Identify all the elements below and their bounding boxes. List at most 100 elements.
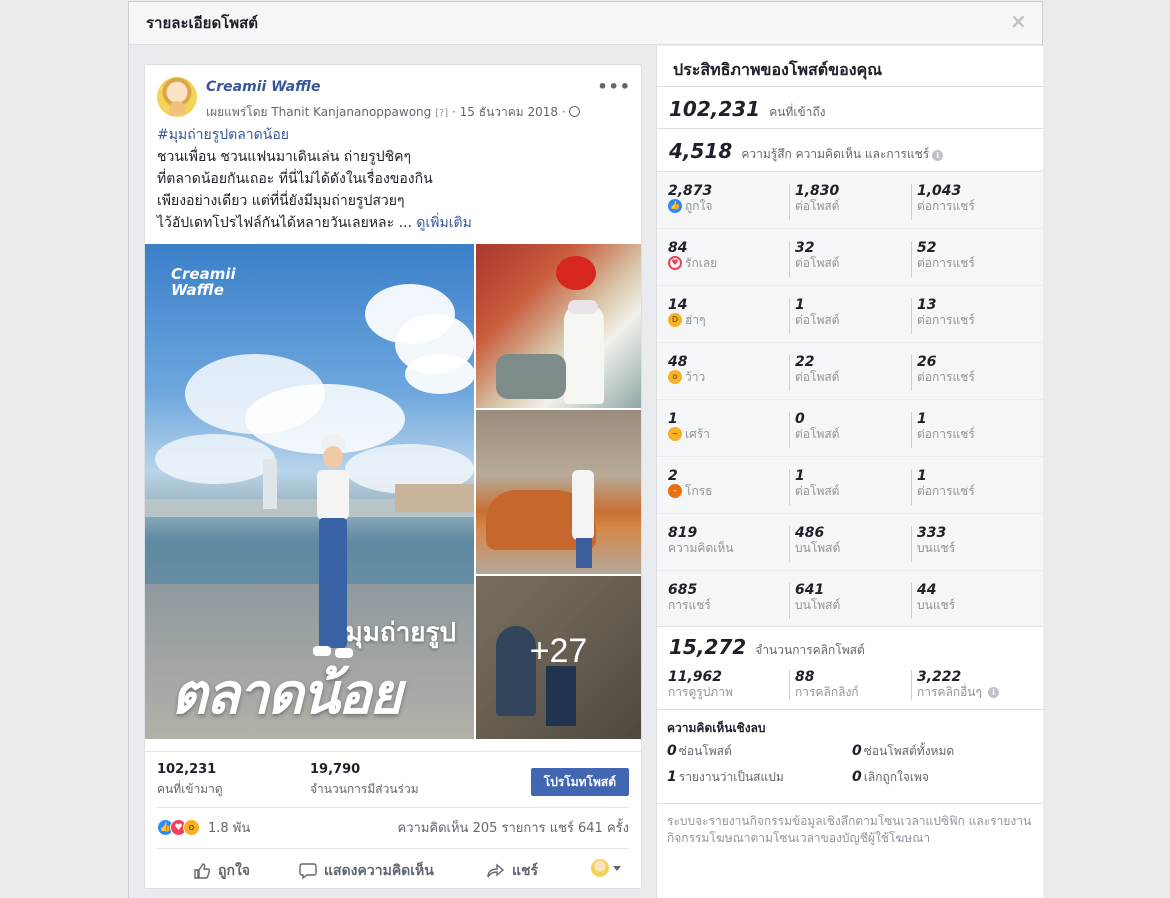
stat-engagement: 19,790 จำนวนการมีส่วนร่วม xyxy=(310,762,419,799)
photo-brand: Creamii Waffle xyxy=(171,266,236,298)
dialog-title: รายละเอียดโพสต์ xyxy=(146,14,259,32)
comments-shares-count[interactable]: ความคิดเห็น 205 รายการ แชร์ 641 ครั้ง xyxy=(398,817,629,838)
photo-grid: Creamii Waffle มุมถ่ายรูป ตลาดน้อย +27 xyxy=(145,244,641,740)
photo-thumb[interactable]: +27 xyxy=(476,576,641,739)
cell-label: บนแชร์ xyxy=(917,598,956,612)
post-meta: เผยแพร่โดย Thanit Kanjananoppawong [?] ·… xyxy=(206,103,580,122)
cell-label: รักเลย xyxy=(685,256,718,270)
cell-number: 1 xyxy=(668,411,678,427)
like-label: ถูกใจ xyxy=(218,863,250,879)
cell-label: ต่อโพสต์ xyxy=(795,370,840,384)
cell-label: โกรธ xyxy=(685,484,713,498)
insights-title: ประสิทธิภาพของโพสต์ของคุณ xyxy=(657,46,1043,87)
cell-number: 32 xyxy=(795,240,815,256)
breakdown-row: 819 ความคิดเห็น 486 บนโพสต์ 333 บนแชร์ xyxy=(657,514,1043,571)
negative-count: 0 xyxy=(852,769,862,785)
page-avatar[interactable] xyxy=(157,77,197,117)
main-photo[interactable]: Creamii Waffle มุมถ่ายรูป ตลาดน้อย xyxy=(145,244,474,739)
negative-label: ซ่อนโพสต์ xyxy=(678,744,732,758)
cell-label: ว้าว xyxy=(685,370,706,384)
thumbs-up-icon xyxy=(194,863,211,879)
photo-thumb[interactable] xyxy=(476,244,641,408)
breakdown-row: 1 ~ เศร้า 0 ต่อโพสต์ 1 ต่อการแชร์ xyxy=(657,400,1043,457)
photo-brand-line: Waffle xyxy=(171,281,224,299)
page-name-link[interactable]: Creamii Waffle xyxy=(206,79,321,95)
more-photos-count[interactable]: +27 xyxy=(476,632,641,671)
reaction-icons[interactable]: 👍 ♥ o xyxy=(157,819,200,836)
clicks-label: จำนวนการคลิกโพสต์ xyxy=(755,643,865,657)
insights-panel: ประสิทธิภาพของโพสต์ของคุณ 102,231 คนที่เ… xyxy=(656,46,1043,898)
photo-caption: ตลาดน้อย xyxy=(171,662,402,727)
avatar-icon xyxy=(591,859,609,877)
engagement-label: ความรู้สึก ความคิดเห็น และการแชร์ xyxy=(741,147,930,161)
cell-label: บนแชร์ xyxy=(917,541,956,555)
cell-label: ต่อโพสต์ xyxy=(795,484,840,498)
comment-icon xyxy=(299,863,317,880)
post-line: เพียงอย่างเดียว แต่ที่นี่ยังมีมุมถ่ายรูป… xyxy=(157,193,405,209)
dialog-header: รายละเอียดโพสต์ × xyxy=(129,2,1042,45)
cell-number: 3,222 xyxy=(917,669,962,685)
photo-thumb[interactable] xyxy=(476,410,641,574)
cell-label: การดูรูปภาพ xyxy=(668,685,733,699)
cell-label: การคลิกอื่นๆ xyxy=(917,685,982,699)
reaction-count[interactable]: 1.8 พัน xyxy=(208,817,250,838)
stat-reach: 102,231 คนที่เข้ามาดู xyxy=(157,762,223,799)
info-icon[interactable]: i xyxy=(932,150,944,161)
negative-count: 0 xyxy=(667,743,677,759)
cell-number: 641 xyxy=(795,582,825,598)
negative-item: 0 ซ่อนโพสต์ทั้งหมด xyxy=(852,742,954,761)
cell-number: 1 xyxy=(917,411,927,427)
cell-number: 26 xyxy=(917,354,937,370)
share-button[interactable]: แชร์ xyxy=(487,860,538,882)
cell-number: 11,962 xyxy=(668,669,723,685)
breakdown-row: 14 D ฮ่าๆ 1 ต่อโพสต์ 13 ต่อการแชร์ xyxy=(657,286,1043,343)
reach-summary: 102,231 คนที่เข้าถึง xyxy=(657,87,1043,129)
more-options-icon[interactable]: ••• xyxy=(597,77,631,96)
cell-label: บนโพสต์ xyxy=(795,598,841,612)
comment-button[interactable]: แสดงความคิดเห็น xyxy=(299,860,434,882)
cell-number: 333 xyxy=(917,525,947,541)
stat-number: 102,231 xyxy=(157,762,217,777)
cell-label: ต่อโพสต์ xyxy=(795,427,840,441)
hashtag-link[interactable]: #มุมถ่ายรูปตลาดน้อย xyxy=(157,127,289,143)
cell-number: 2 xyxy=(668,468,678,484)
globe-icon[interactable] xyxy=(568,106,580,117)
breakdown-row: 2- โกรธ 1 ต่อโพสต์ 1 ต่อการแชร์ xyxy=(657,457,1043,514)
post-message: #มุมถ่ายรูปตลาดน้อย ชวนเพื่อน ชวนแฟนมาเด… xyxy=(157,124,627,234)
negative-item: 1 รายงานว่าเป็นสแปม xyxy=(667,768,784,787)
cell-label: ต่อการแชร์ xyxy=(917,256,975,270)
post-stats-row: 102,231 คนที่เข้ามาดู 19,790 จำนวนการมีส… xyxy=(145,751,641,806)
post-header: Creamii Waffle เผยแพร่โดย Thanit Kanjana… xyxy=(157,77,631,121)
cell-label: ถูกใจ xyxy=(685,199,713,213)
breakdown-row: 685 การแชร์ 641 บนโพสต์ 44 บนแชร์ xyxy=(657,571,1043,628)
engagement-number: 4,518 xyxy=(669,139,733,163)
post-date[interactable]: 15 ธันวาคม 2018 xyxy=(460,105,558,119)
stat-label: จำนวนการมีส่วนร่วม xyxy=(310,782,419,796)
cell-label: การคลิกลิงก์ xyxy=(795,685,859,699)
audience-selector[interactable] xyxy=(591,859,621,877)
negative-count: 0 xyxy=(852,743,862,759)
help-link[interactable]: [?] xyxy=(435,108,448,119)
stat-number: 19,790 xyxy=(310,762,361,777)
like-button[interactable]: ถูกใจ xyxy=(193,860,250,882)
post-line: ชวนเพื่อน ชวนแฟนมาเดินเล่น ถ่ายรูปชิคๆ xyxy=(157,149,412,165)
cell-number: 13 xyxy=(917,297,937,313)
cell-label: ต่อโพสต์ xyxy=(795,256,840,270)
cell-label: เศร้า xyxy=(685,427,710,441)
breakdown-row: 48 o ว้าว 22 ต่อโพสต์ 26 ต่อการแชร์ xyxy=(657,343,1043,400)
negative-item: 0 ซ่อนโพสต์ xyxy=(667,742,732,761)
see-more-link[interactable]: ดูเพิ่มเติม xyxy=(416,215,471,231)
cell-label: ต่อการแชร์ xyxy=(917,427,975,441)
stat-label: คนที่เข้ามาดู xyxy=(157,782,223,796)
info-icon[interactable]: i xyxy=(987,686,999,698)
cell-label: ต่อการแชร์ xyxy=(917,370,975,384)
cell-number: 1,043 xyxy=(917,183,962,199)
close-icon[interactable]: × xyxy=(1010,11,1027,31)
boost-post-button[interactable]: โปรโมทโพสต์ xyxy=(530,768,629,796)
cell-label: บนโพสต์ xyxy=(795,541,841,555)
breakdown-row: 2,873 👍 ถูกใจ 1,830 ต่อโพสต์ 1,043 ต่อการแชร… xyxy=(657,172,1043,229)
clicks-number: 15,272 xyxy=(669,635,747,659)
lantern-shape xyxy=(556,256,596,290)
negative-feedback-title: ความคิดเห็นเชิงลบ xyxy=(667,721,766,735)
share-label: แชร์ xyxy=(512,863,539,879)
